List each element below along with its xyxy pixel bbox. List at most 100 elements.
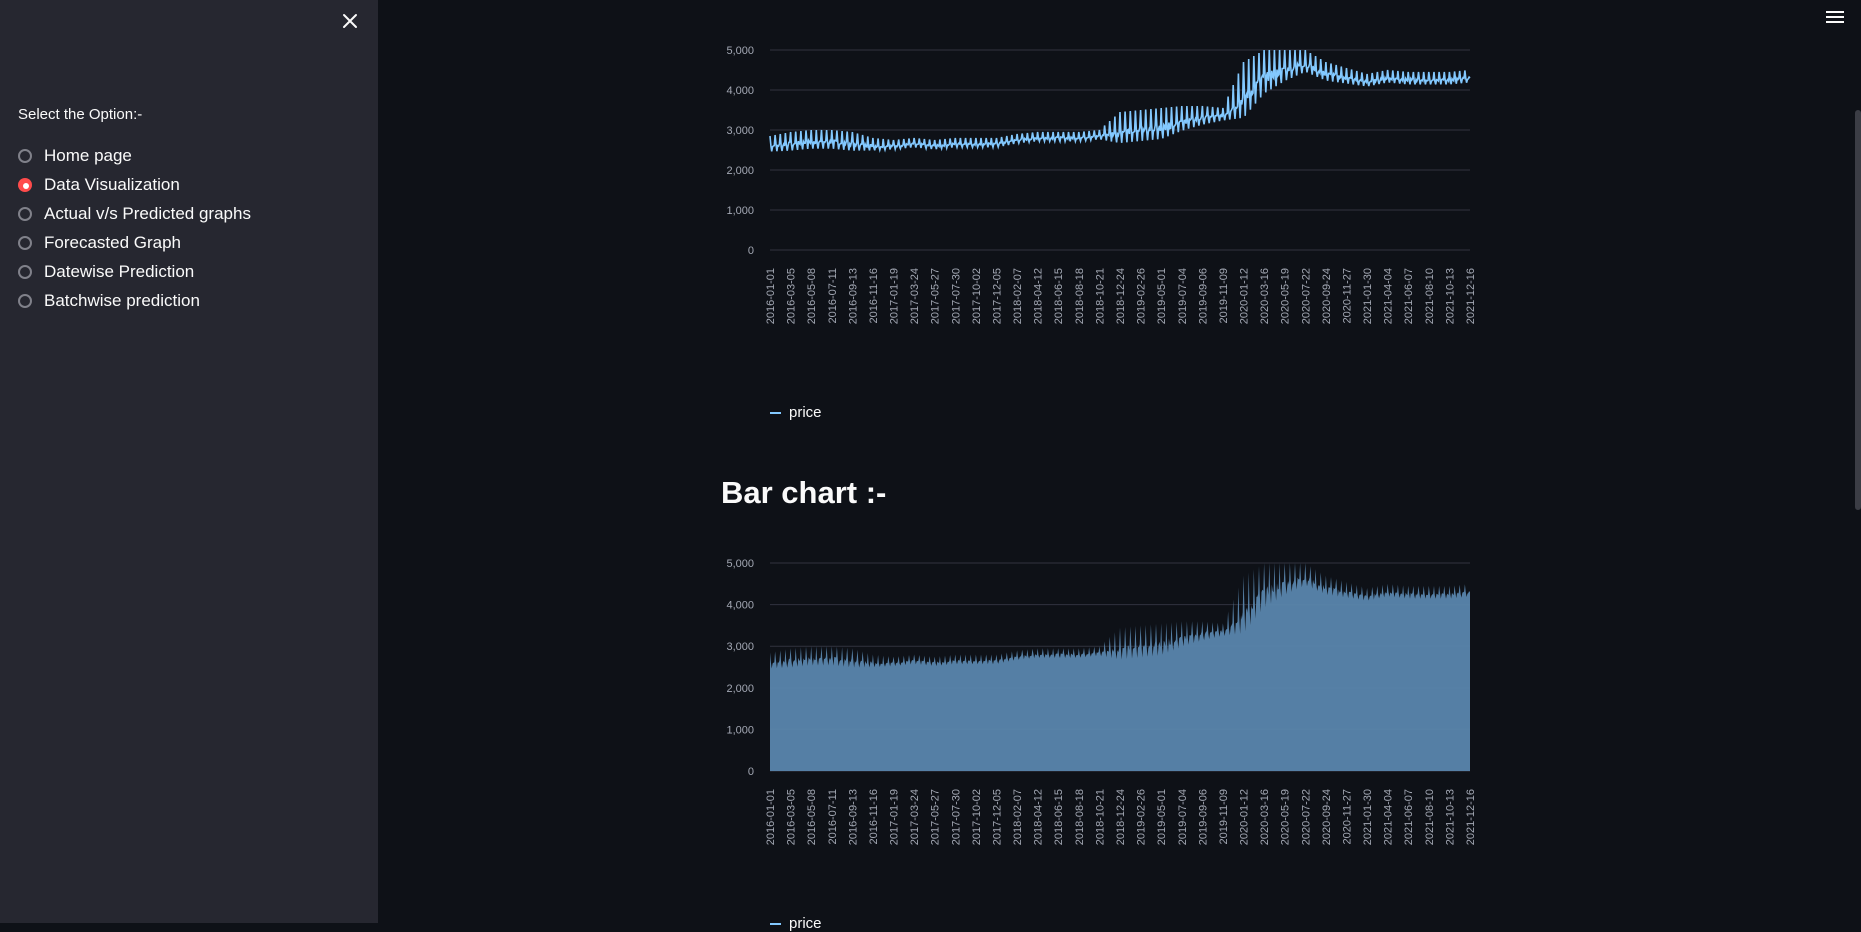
price-line-series (769, 49, 1471, 154)
radio-option[interactable]: Actual v/s Predicted graphs (18, 199, 251, 228)
x-tick-label: 2019-05-01 (1156, 789, 1168, 845)
x-tick-label: 2018-06-15 (1053, 789, 1065, 845)
x-tick-label: 2019-02-26 (1136, 268, 1148, 324)
x-tick-label: 2017-05-27 (930, 268, 942, 324)
x-tick-label: 2016-05-08 (806, 789, 818, 845)
y-tick-label: 2,000 (726, 165, 754, 177)
x-tick-label: 2016-11-16 (868, 268, 880, 323)
x-tick-label: 2018-04-12 (1033, 789, 1045, 845)
x-tick-label: 2017-07-30 (950, 789, 962, 845)
y-tick-label: 1,000 (726, 724, 754, 736)
price-area-series (770, 563, 1470, 771)
x-tick-label: 2021-04-04 (1383, 789, 1395, 845)
x-tick-label: 2016-09-13 (847, 268, 859, 324)
x-tick-label: 2016-05-08 (806, 268, 818, 324)
x-tick-label: 2020-09-24 (1321, 789, 1333, 845)
y-tick-label: 0 (748, 766, 754, 778)
line-chart-legend: price (770, 404, 822, 421)
x-tick-label: 2016-03-05 (786, 268, 798, 324)
x-tick-label: 2021-12-16 (1465, 268, 1477, 324)
radio-unselected-icon[interactable] (18, 293, 32, 308)
option-radio-group: Home page Data Visualization Actual v/s Pr… (18, 141, 251, 315)
legend-label: price (789, 915, 822, 932)
radio-unselected-icon[interactable] (18, 148, 32, 163)
radio-unselected-icon[interactable] (18, 235, 32, 250)
x-tick-label: 2018-02-07 (1012, 789, 1024, 845)
x-tick-label: 2020-05-19 (1280, 268, 1292, 324)
radio-option-label: Datewise Prediction (44, 261, 195, 281)
y-tick-label: 4,000 (726, 600, 754, 612)
y-tick-label: 2,000 (726, 683, 754, 695)
x-tick-label: 2018-10-21 (1094, 268, 1106, 324)
x-tick-label: 2021-01-30 (1362, 268, 1374, 324)
x-tick-label: 2021-10-13 (1444, 789, 1456, 845)
x-tick-label: 2018-04-12 (1033, 268, 1045, 324)
x-tick-label: 2019-11-09 (1218, 789, 1230, 844)
y-tick-label: 5,000 (726, 558, 754, 570)
y-tick-label: 5,000 (726, 45, 754, 57)
x-tick-label: 2017-07-30 (950, 268, 962, 324)
x-tick-label: 2021-04-04 (1383, 268, 1395, 324)
x-tick-label: 2016-09-13 (847, 789, 859, 845)
radio-option[interactable]: Home page (18, 141, 251, 170)
y-tick-label: 0 (748, 245, 754, 257)
x-tick-label: 2021-06-07 (1403, 789, 1415, 845)
x-tick-label: 2017-03-24 (909, 789, 921, 845)
x-tick-label: 2017-10-02 (971, 268, 983, 324)
x-tick-label: 2020-07-22 (1300, 789, 1312, 845)
x-tick-label: 2020-05-19 (1280, 789, 1292, 845)
x-tick-label: 2019-07-04 (1177, 268, 1189, 324)
x-tick-label: 2020-03-16 (1259, 789, 1271, 845)
scrollbar-thumb[interactable] (1855, 110, 1861, 510)
y-tick-label: 3,000 (726, 641, 754, 653)
x-tick-label: 2018-06-15 (1053, 268, 1065, 324)
x-tick-label: 2017-05-27 (930, 789, 942, 845)
x-tick-label: 2016-07-11 (827, 268, 839, 323)
option-group-label: Select the Option:- (18, 106, 143, 123)
x-tick-label: 2021-12-16 (1465, 789, 1477, 845)
x-tick-label: 2017-01-19 (889, 789, 901, 845)
radio-option[interactable]: Data Visualization (18, 170, 251, 199)
x-tick-label: 2018-02-07 (1012, 268, 1024, 324)
x-tick-label: 2016-01-01 (765, 789, 777, 845)
radio-option-label: Home page (44, 145, 132, 165)
x-tick-label: 2020-11-27 (1341, 789, 1353, 844)
radio-option-label: Batchwise prediction (44, 290, 200, 310)
bar-chart-heading: Bar chart :- (721, 475, 887, 510)
x-tick-label: 2018-12-24 (1115, 789, 1127, 845)
x-tick-label: 2021-10-13 (1444, 268, 1456, 324)
x-tick-label: 2020-09-24 (1321, 268, 1333, 324)
x-tick-label: 2021-08-10 (1424, 789, 1436, 845)
x-tick-label: 2017-01-19 (889, 268, 901, 324)
radio-option[interactable]: Datewise Prediction (18, 257, 251, 286)
x-tick-label: 2016-11-16 (868, 789, 880, 844)
close-sidebar-button[interactable] (335, 6, 365, 36)
radio-unselected-icon[interactable] (18, 206, 32, 221)
x-tick-label: 2016-01-01 (765, 268, 777, 324)
radio-option[interactable]: Batchwise prediction (18, 286, 251, 315)
radio-option-label: Data Visualization (44, 174, 180, 194)
radio-option-label: Actual v/s Predicted graphs (44, 203, 251, 223)
x-tick-label: 2021-01-30 (1362, 789, 1374, 845)
close-icon (343, 14, 357, 28)
x-tick-label: 2018-08-18 (1074, 268, 1086, 324)
sidebar: Select the Option:- Home page Data Visual… (0, 0, 378, 923)
legend-label: price (789, 404, 822, 421)
y-tick-label: 1,000 (726, 205, 754, 217)
x-tick-label: 2021-06-07 (1403, 268, 1415, 324)
x-tick-label: 2019-05-01 (1156, 268, 1168, 324)
x-tick-label: 2019-07-04 (1177, 789, 1189, 845)
x-tick-label: 2018-08-18 (1074, 789, 1086, 845)
radio-unselected-icon[interactable] (18, 264, 32, 279)
x-tick-label: 2020-01-12 (1239, 268, 1251, 324)
x-tick-label: 2017-03-24 (909, 268, 921, 324)
radio-selected-icon[interactable] (18, 177, 32, 192)
x-tick-label: 2019-09-06 (1197, 268, 1209, 324)
price-bar-chart: 0 1,000 2,000 3,000 4,000 5,000 2016-01-01 2016… (726, 558, 1477, 845)
x-tick-label: 2019-11-09 (1218, 268, 1230, 323)
x-tick-label: 2018-12-24 (1115, 268, 1127, 324)
main-menu-button[interactable] (1822, 8, 1848, 28)
x-tick-label: 2020-11-27 (1341, 268, 1353, 323)
radio-option[interactable]: Forecasted Graph (18, 228, 251, 257)
legend-swatch (770, 411, 781, 414)
